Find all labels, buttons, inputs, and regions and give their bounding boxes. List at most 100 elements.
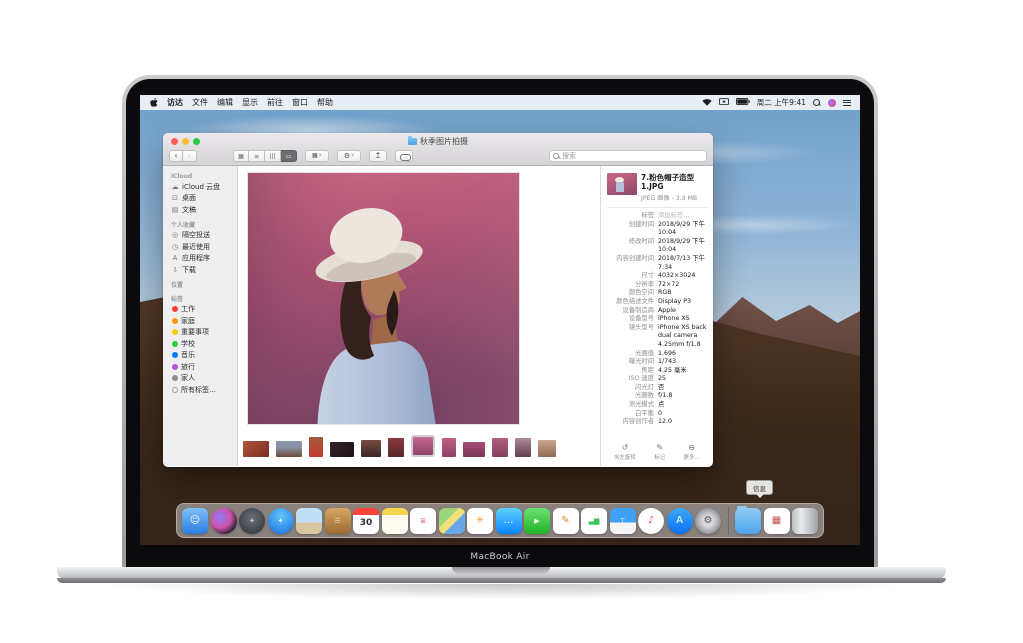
list-view-button[interactable]: ≡ <box>249 150 265 162</box>
dock-itunes-icon[interactable]: ♪ <box>638 508 664 534</box>
dock-trash-icon[interactable] <box>792 508 818 534</box>
sidebar-item[interactable]: ⊡桌面 <box>163 193 237 205</box>
search-field[interactable] <box>549 150 707 162</box>
thumbnail-11[interactable] <box>515 438 531 457</box>
metadata-value: 1/743 <box>654 358 707 367</box>
forward-button[interactable]: › <box>183 150 197 162</box>
group-by-button[interactable]: ▦ ∨ <box>305 150 329 162</box>
sidebar-item[interactable]: ☁iCloud 云盘 <box>163 181 237 193</box>
metadata-label: 白平衡 <box>607 410 654 419</box>
photos-glyph: ✳ <box>476 516 484 526</box>
sidebar-item[interactable]: 家人 <box>163 373 237 385</box>
sidebar-item[interactable]: 学校 <box>163 338 237 350</box>
menu-item-7[interactable]: 帮助 <box>317 97 333 108</box>
sidebar-item[interactable]: 工作 <box>163 304 237 316</box>
dock-keynote-icon[interactable]: ⊤ <box>610 508 636 534</box>
tag-dot-icon <box>172 329 178 335</box>
metadata-value: 12.0 <box>654 418 707 427</box>
dock-calendar-icon[interactable]: 30 <box>353 508 379 534</box>
thumbnail-12[interactable] <box>538 440 556 457</box>
dock-preview-icon[interactable] <box>296 508 322 534</box>
tag-button[interactable] <box>395 150 413 162</box>
thumbnail-selection <box>411 435 435 457</box>
thumbnail-6[interactable] <box>388 438 404 457</box>
notification-center-icon[interactable] <box>843 100 851 106</box>
metadata-value: 2018/9/29 下午10:04 <box>654 238 707 255</box>
dock-downloads-folder-icon[interactable] <box>735 508 761 534</box>
dock-documents-stack-icon[interactable]: ▦ <box>764 508 790 534</box>
dock-facetime-icon[interactable]: ▶ <box>524 508 550 534</box>
metadata-value: 否 <box>654 384 707 393</box>
reminders-glyph: ≣ <box>420 516 426 526</box>
menu-item-4[interactable]: 显示 <box>242 97 258 108</box>
sidebar-item-label: 文稿 <box>182 205 196 215</box>
dock-reminders-icon[interactable]: ≣ <box>410 508 436 534</box>
dock-finder-icon[interactable]: ☺ <box>182 508 208 534</box>
search-input[interactable] <box>562 152 703 160</box>
dock-maps-icon[interactable] <box>439 508 465 534</box>
dock-numbers-icon[interactable]: ▃▆ <box>581 508 607 534</box>
gallery-view-button[interactable]: ▭ <box>281 150 297 162</box>
rotate-left-button[interactable]: ↺向左旋转 <box>614 443 636 461</box>
view-switcher: ▦≡|||▭ <box>233 150 297 162</box>
menu-item-6[interactable]: 窗口 <box>292 97 308 108</box>
sidebar-item[interactable]: A应用程序 <box>163 253 237 265</box>
dock-messages-icon[interactable]: … <box>496 508 522 534</box>
dock-pages-icon[interactable]: ✎ <box>553 508 579 534</box>
sidebar-item[interactable]: ◎隔空投送 <box>163 230 237 242</box>
sidebar-section-header: 标签 <box>163 290 237 304</box>
thumbnail-4[interactable] <box>330 442 354 457</box>
metadata-value[interactable]: 添加标签… <box>654 212 707 221</box>
dock-launchpad-icon[interactable]: ✦ <box>239 508 265 534</box>
spotlight-search-icon[interactable] <box>813 99 821 107</box>
metadata-value: 点 <box>654 401 707 410</box>
dock-siri-icon[interactable] <box>211 508 237 534</box>
dock-separator <box>728 507 729 535</box>
menu-item-2[interactable]: 文件 <box>192 97 208 108</box>
thumbnail-1[interactable] <box>243 441 269 457</box>
more-button[interactable]: ⊖更多… <box>684 443 700 461</box>
thumbnail-8[interactable] <box>442 438 456 457</box>
sidebar-item[interactable]: ⇩下载 <box>163 264 237 276</box>
battery-icon[interactable] <box>736 98 750 107</box>
sidebar-item[interactable]: ◷最近使用 <box>163 241 237 253</box>
thumbnail-2[interactable] <box>276 441 302 457</box>
sidebar-item[interactable]: 所有标签… <box>163 384 237 396</box>
thumbnail-3[interactable] <box>309 437 323 457</box>
thumbnail-10[interactable] <box>492 438 508 457</box>
column-view-button[interactable]: ||| <box>265 150 281 162</box>
action-label: 向左旋转 <box>614 453 636 461</box>
thumbnail-selected[interactable] <box>413 437 433 455</box>
back-button[interactable]: ‹ <box>169 150 183 162</box>
display-icon[interactable] <box>719 98 729 108</box>
menu-item-1[interactable]: 访达 <box>167 97 183 108</box>
photo-preview[interactable] <box>247 172 520 425</box>
markup-button[interactable]: ✎标记 <box>654 443 665 461</box>
dock-contacts-icon[interactable]: ☰ <box>325 508 351 534</box>
icon-view-button[interactable]: ▦ <box>233 150 249 162</box>
dock-app-store-icon[interactable]: A <box>667 508 693 534</box>
siri-icon[interactable] <box>828 99 836 107</box>
sidebar-item[interactable]: ▤文稿 <box>163 204 237 216</box>
dock-safari-icon[interactable]: ✦ <box>268 508 294 534</box>
wifi-icon[interactable] <box>702 98 712 108</box>
sidebar-item-label: 应用程序 <box>182 253 210 263</box>
dock-notes-icon[interactable] <box>382 508 408 534</box>
menu-clock[interactable]: 周二 上午9:41 <box>757 97 806 108</box>
thumbnail-5[interactable] <box>361 440 381 457</box>
apple-logo-icon[interactable] <box>150 98 158 107</box>
dock-system-preferences-icon[interactable]: ⚙ <box>695 508 721 534</box>
dock-photos-icon[interactable]: ✳ <box>467 508 493 534</box>
menu-item-3[interactable]: 编辑 <box>217 97 233 108</box>
sidebar-item[interactable]: 重要事项 <box>163 327 237 339</box>
sidebar-item[interactable]: 家庭 <box>163 315 237 327</box>
thumbnail-9[interactable] <box>463 442 485 457</box>
sidebar-item[interactable]: 旅行 <box>163 361 237 373</box>
menu-item-5[interactable]: 前往 <box>267 97 283 108</box>
macbook-bezel: 访达文件编辑显示前往窗口帮助 周二 上午9:41 <box>126 79 874 567</box>
sidebar-item[interactable]: 音乐 <box>163 350 237 362</box>
action-menu-button[interactable]: ⚙ ∨ <box>337 150 361 162</box>
finder-sidebar: iCloud☁iCloud 云盘⊡桌面▤文稿个人收藏◎隔空投送◷最近使用A应用程… <box>163 166 238 466</box>
share-button[interactable]: ↥ <box>369 150 387 162</box>
sidebar-section-header: 位置 <box>163 276 237 290</box>
